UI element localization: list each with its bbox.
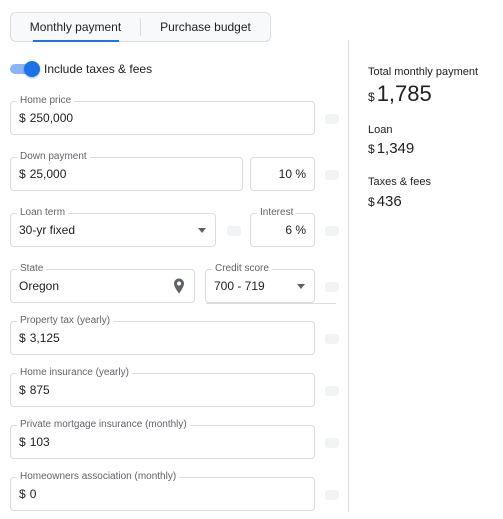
currency-symbol: $ [368,142,375,156]
currency-symbol: $ [19,487,26,501]
home-insurance-value: $875 [19,383,50,397]
state-label: State [17,263,47,275]
home-price-label: Home price [17,95,75,107]
property-tax-value: $3,125 [19,331,60,345]
faint-indicator [325,282,339,292]
faint-indicator [325,438,339,448]
down-payment-field[interactable]: Down payment $25,000 [10,151,243,191]
state-value: Oregon [19,279,60,293]
currency-symbol: $ [19,383,26,397]
pmi-value: $103 [19,435,50,449]
faint-indicator [325,226,339,236]
property-tax-label: Property tax (yearly) [17,315,114,327]
chevron-down-icon [198,228,206,233]
currency-symbol: $ [368,195,375,209]
hoa-value: $0 [19,487,36,501]
panel-divider [348,40,349,512]
home-insurance-label: Home insurance (yearly) [17,367,132,379]
credit-score-value: 700 - 719 [214,279,265,293]
taxes-fees-label: Taxes & fees [368,176,431,188]
total-monthly-payment-value: $1,785 [368,81,432,107]
interest-field[interactable]: Interest 6 % [250,207,315,247]
home-price-amount: 250,000 [29,111,74,125]
down-payment-label: Down payment [17,151,90,163]
currency-symbol: $ [19,167,26,181]
faint-indicator [325,170,339,180]
loan-term-select[interactable]: Loan term 30-yr fixed [10,207,216,247]
hoa-label: Homeowners association (monthly) [17,471,180,483]
loan-term-label: Loan term [17,207,69,219]
chevron-down-icon [297,284,305,289]
include-taxes-label: Include taxes & fees [44,62,153,76]
active-tab-indicator [33,40,119,42]
home-price-field[interactable]: Home price $250,000 [10,95,315,135]
total-amount: 1,785 [376,81,432,106]
payment-mode-tabs: Monthly payment Purchase budget [10,12,271,42]
faint-indicator [325,334,339,344]
total-monthly-payment-label: Total monthly payment [368,66,479,78]
home-insurance-amount: 875 [29,383,50,397]
loan-term-value: 30-yr fixed [19,223,76,237]
currency-symbol: $ [19,331,26,345]
include-taxes-toggle[interactable] [10,61,40,77]
home-price-value: $250,000 [19,111,73,125]
loan-label: Loan [368,124,393,136]
location-pin-icon[interactable] [173,278,185,294]
state-field[interactable]: State Oregon [10,263,195,303]
taxes-amount: 436 [376,193,402,210]
tab-purchase-budget[interactable]: Purchase budget [141,13,270,41]
faint-indicator [325,490,339,500]
tab-monthly-payment-label: Monthly payment [29,20,122,34]
faint-indicator [325,114,339,124]
pmi-field[interactable]: Private mortgage insurance (monthly) $10… [10,419,315,459]
home-insurance-field[interactable]: Home insurance (yearly) $875 [10,367,315,407]
pmi-amount: 103 [29,435,50,449]
tab-purchase-budget-label: Purchase budget [160,20,251,34]
down-payment-percent-value: 10 % [278,167,306,181]
property-tax-field[interactable]: Property tax (yearly) $3,125 [10,315,315,355]
section-divider [206,303,336,304]
down-payment-percent-field[interactable]: 10 % [250,157,315,191]
faint-indicator [325,386,339,396]
pmi-label: Private mortgage insurance (monthly) [17,419,190,431]
currency-symbol: $ [19,435,26,449]
property-tax-amount: 3,125 [29,331,60,345]
down-payment-amount: 25,000 [29,167,67,181]
taxes-fees-value: $436 [368,193,402,210]
currency-symbol: $ [19,111,26,125]
interest-value: 6 % [285,223,306,237]
loan-value: $1,349 [368,140,414,157]
faint-indicator [227,226,241,236]
hoa-amount: 0 [29,487,37,501]
toggle-knob [24,61,40,77]
credit-score-label: Credit score [212,263,272,275]
interest-label: Interest [257,207,297,219]
currency-symbol: $ [368,90,375,104]
credit-score-select[interactable]: Credit score 700 - 719 [205,263,315,303]
loan-amount: 1,349 [376,140,415,157]
hoa-field[interactable]: Homeowners association (monthly) $0 [10,471,315,511]
tab-monthly-payment[interactable]: Monthly payment [11,13,140,42]
down-payment-value: $25,000 [19,167,66,181]
